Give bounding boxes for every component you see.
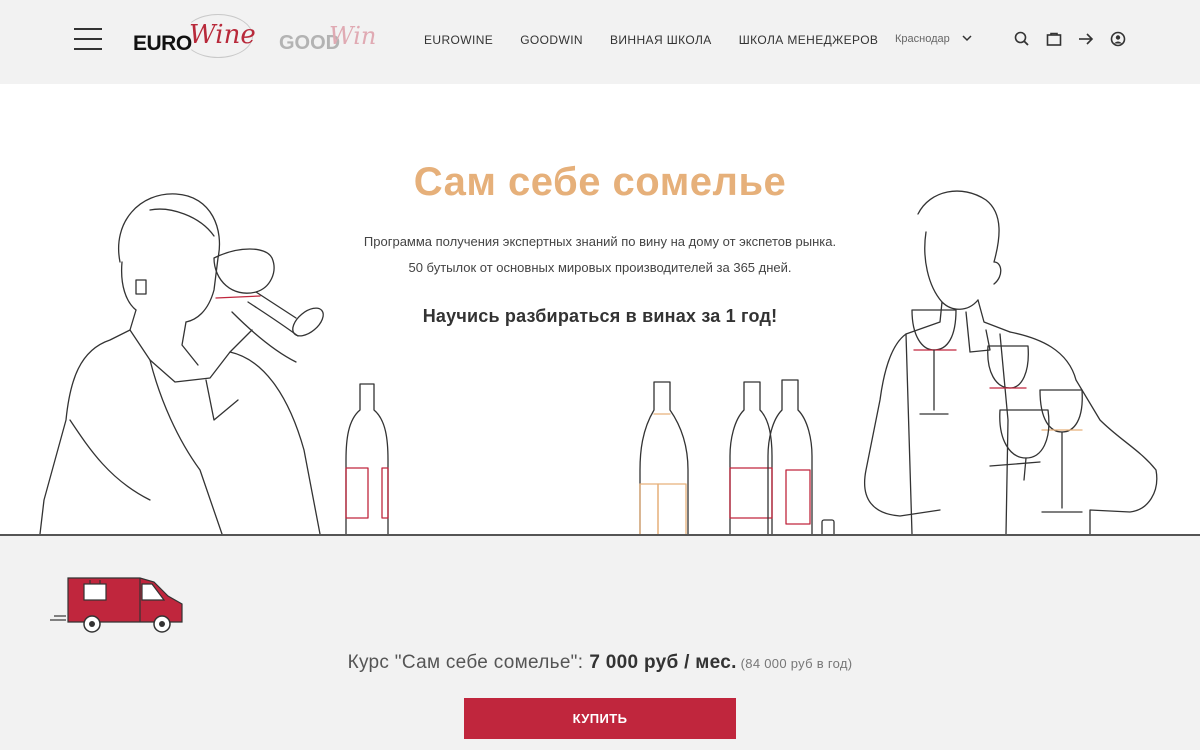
search-icon[interactable]: [1013, 30, 1031, 48]
site-header: EURO Wine GOOD Win EUROWINE GOODWIN ВИНН…: [0, 0, 1200, 84]
account-icon[interactable]: [1109, 30, 1127, 48]
hero-slogan: Научись разбираться в винах за 1 год!: [422, 306, 778, 326]
price-yearly: (84 000 руб в год): [740, 656, 853, 671]
hero-description-line1: Программа получения экспертных знаний по…: [363, 234, 837, 249]
main-nav: EUROWINE GOODWIN ВИННАЯ ШКОЛА ШКОЛА МЕНЕ…: [424, 33, 905, 47]
arrow-right-icon[interactable]: [1077, 30, 1095, 48]
bag-icon[interactable]: [1045, 30, 1063, 48]
delivery-van-icon: [50, 577, 183, 633]
nav-item-goodwin[interactable]: GOODWIN: [520, 33, 583, 47]
course-label: Курс "Сам себе сомелье":: [347, 652, 584, 673]
nav-item-wine-school[interactable]: ВИННАЯ ШКОЛА: [610, 33, 712, 47]
course-price: Курс "Сам себе сомелье": 7 000 руб / мес.…: [0, 652, 1200, 674]
hero-description-line2: 50 бутылок от основных мировых производи…: [408, 260, 792, 275]
page-title: Сам себе сомелье: [413, 160, 787, 204]
eurowine-logo[interactable]: EURO Wine: [133, 14, 256, 62]
nav-item-eurowine[interactable]: EUROWINE: [424, 33, 493, 47]
buy-button[interactable]: Купить: [464, 698, 736, 739]
price-monthly: 7 000 руб / мес.: [589, 652, 737, 673]
chevron-down-icon[interactable]: [962, 33, 972, 43]
city-selector[interactable]: Краснодар: [895, 33, 950, 45]
goodwin-logo[interactable]: GOOD Win: [279, 14, 379, 62]
nav-item-managers-school[interactable]: ШКОЛА МЕНЕДЖЕРОВ: [739, 33, 879, 47]
menu-icon[interactable]: [74, 28, 102, 52]
